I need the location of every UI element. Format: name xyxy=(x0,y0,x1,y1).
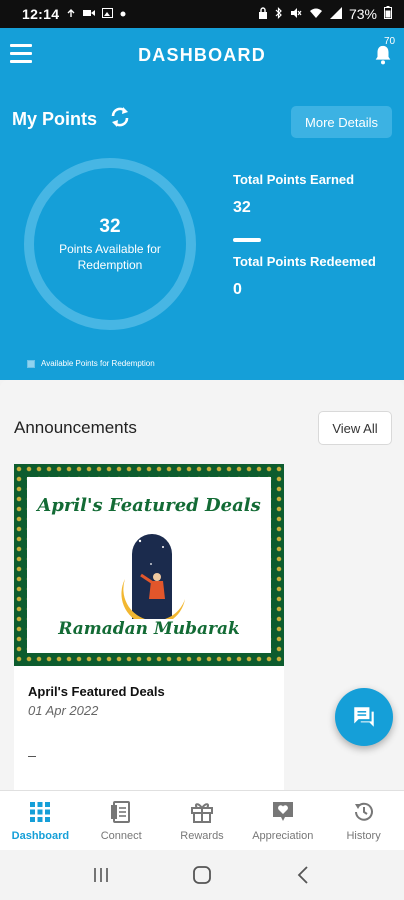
announcement-date: 01 Apr 2022 xyxy=(28,703,99,718)
gift-icon xyxy=(190,802,213,823)
nav-label: History xyxy=(346,829,381,842)
battery-percent: 73% xyxy=(348,6,377,22)
nav-label: Appreciation xyxy=(252,829,314,842)
nav-connect[interactable]: Connect xyxy=(81,791,162,850)
status-time: 12:14 xyxy=(22,6,60,22)
system-navigation-bar xyxy=(0,850,404,900)
ring-legend: Available Points for Redemption xyxy=(27,359,155,368)
announcement-banner: April's Featured Deals Ramadan Mubarak xyxy=(14,464,284,666)
nav-dashboard[interactable]: Dashboard xyxy=(0,791,81,850)
refresh-button[interactable] xyxy=(108,105,132,129)
back-button[interactable] xyxy=(283,860,323,890)
banner-footer: Ramadan Mubarak xyxy=(58,619,240,639)
points-ring-chart: 32 Points Available for Redemption xyxy=(24,158,196,330)
bottom-navigation: Dashboard Connect Rewards Appreciation H… xyxy=(0,790,404,850)
nav-history[interactable]: History xyxy=(323,791,404,850)
home-icon xyxy=(193,866,211,884)
mute-icon xyxy=(290,7,302,22)
status-bar: 12:14 73% xyxy=(0,0,404,28)
bell-icon xyxy=(375,45,391,65)
document-icon xyxy=(111,800,131,823)
legend-swatch xyxy=(27,359,35,368)
nav-label: Dashboard xyxy=(11,829,70,842)
banner-heading: April's Featured Deals xyxy=(37,495,261,516)
card-divider xyxy=(28,756,36,757)
back-icon xyxy=(298,866,308,884)
nav-label: Rewards xyxy=(180,829,224,842)
nav-appreciation[interactable]: Appreciation xyxy=(242,791,323,850)
view-all-button[interactable]: View All xyxy=(318,411,392,445)
more-details-button[interactable]: More Details xyxy=(291,106,392,138)
video-icon xyxy=(83,8,96,21)
total-redeemed-label: Total Points Redeemed xyxy=(233,254,376,269)
wifi-icon xyxy=(309,7,323,22)
bluetooth-icon xyxy=(275,6,283,22)
voicemail-icon xyxy=(66,8,76,21)
battery-icon xyxy=(384,6,392,22)
my-points-title: My Points xyxy=(12,109,98,129)
refresh-icon xyxy=(111,107,129,127)
total-redeemed-value: 0 xyxy=(233,281,242,298)
ramadan-illustration xyxy=(121,534,185,619)
total-earned-value: 32 xyxy=(233,199,251,216)
lock-icon xyxy=(258,6,268,22)
legend-label: Available Points for Redemption xyxy=(41,359,155,368)
nav-label: Connect xyxy=(100,829,142,842)
history-icon xyxy=(354,802,373,821)
chat-icon xyxy=(354,707,374,727)
heart-message-icon xyxy=(272,801,293,821)
announcement-card[interactable]: April's Featured Deals Ramadan Mubarak A… xyxy=(14,464,284,790)
notifications-button[interactable] xyxy=(372,44,396,66)
page-title: DASHBOARD xyxy=(138,45,266,65)
recents-button[interactable] xyxy=(81,860,121,890)
grid-icon xyxy=(30,801,51,822)
nav-rewards[interactable]: Rewards xyxy=(162,791,243,850)
signal-icon xyxy=(329,6,342,22)
total-earned-label: Total Points Earned xyxy=(233,172,355,187)
points-header-panel: DASHBOARD 70 My Points More Details 32 P… xyxy=(0,28,404,380)
home-button[interactable] xyxy=(182,860,222,890)
image-icon xyxy=(102,7,114,21)
recents-icon xyxy=(93,868,108,882)
announcement-title: April's Featured Deals xyxy=(28,684,165,699)
dot-icon xyxy=(120,9,126,20)
announcements-title: Announcements xyxy=(14,418,137,437)
chat-fab-button[interactable] xyxy=(335,688,393,746)
stat-divider xyxy=(233,238,261,242)
available-points-value: 32 xyxy=(99,216,121,237)
available-points-label: Points Available for Redemption xyxy=(59,242,161,272)
